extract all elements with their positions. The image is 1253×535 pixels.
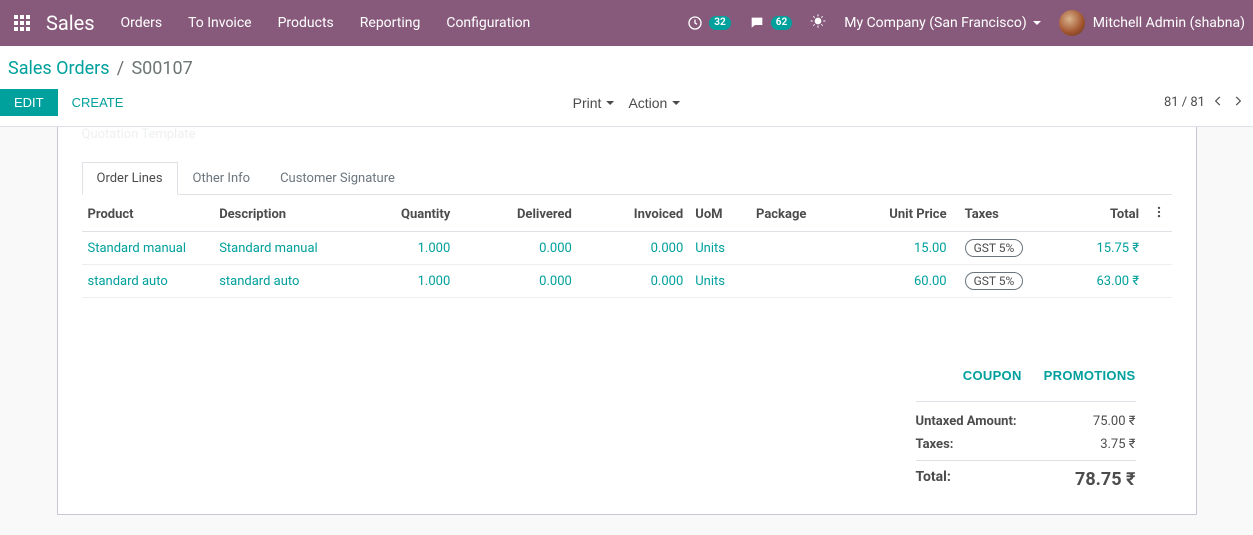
- create-button[interactable]: CREATE: [58, 89, 138, 116]
- chat-icon: [749, 15, 765, 31]
- tab-other-info[interactable]: Other Info: [178, 162, 266, 194]
- cell-tax-chip: GST 5%: [965, 239, 1024, 257]
- form-sheet: Quotation Template Order Lines Other Inf…: [57, 127, 1197, 515]
- cell-unit-price: 60.00: [914, 274, 947, 289]
- cell-total: 15.75 ₹: [1096, 241, 1139, 256]
- bug-icon: [810, 13, 826, 29]
- col-delivered: Delivered: [456, 197, 578, 232]
- menu-orders[interactable]: Orders: [121, 15, 163, 31]
- chevron-down-icon: [672, 101, 680, 105]
- col-description: Description: [213, 197, 365, 232]
- taxes-label: Taxes:: [916, 437, 954, 452]
- tab-order-lines[interactable]: Order Lines: [82, 162, 178, 195]
- breadcrumb-current: S00107: [131, 58, 192, 79]
- breadcrumb-separator: /: [117, 58, 124, 79]
- company-switcher[interactable]: My Company (San Francisco): [844, 15, 1040, 31]
- chevron-left-icon: [1211, 94, 1225, 108]
- menu-products[interactable]: Products: [278, 15, 334, 31]
- tab-customer-signature[interactable]: Customer Signature: [265, 162, 410, 194]
- chevron-down-icon: [606, 101, 614, 105]
- quotation-template-label: Quotation Template: [82, 127, 1172, 142]
- edit-button[interactable]: EDIT: [0, 89, 58, 116]
- col-taxes: Taxes: [953, 197, 1044, 232]
- cell-delivered: 0.000: [539, 274, 572, 289]
- main-menu: Orders To Invoice Products Reporting Con…: [121, 15, 531, 31]
- apps-icon[interactable]: [8, 9, 36, 37]
- chevron-right-icon: [1231, 94, 1245, 108]
- breadcrumb-parent[interactable]: Sales Orders: [8, 58, 110, 79]
- control-bar: EDIT CREATE Print Action 81 / 81: [0, 85, 1253, 127]
- col-package: Package: [750, 197, 851, 232]
- user-label: Mitchell Admin (shabna): [1093, 15, 1245, 31]
- table-row[interactable]: standard auto standard auto 1.000 0.000 0.00…: [82, 265, 1172, 298]
- discuss-badge: 62: [771, 16, 792, 30]
- cell-quantity: 1.000: [418, 241, 451, 256]
- pager-prev[interactable]: [1211, 94, 1225, 112]
- cell-description: standard auto: [219, 274, 299, 289]
- pager-next[interactable]: [1231, 94, 1245, 112]
- menu-configuration[interactable]: Configuration: [446, 15, 530, 31]
- col-unit-price: Unit Price: [851, 197, 952, 232]
- col-uom: UoM: [689, 197, 750, 232]
- table-row[interactable]: Standard manual Standard manual 1.000 0.000…: [82, 232, 1172, 265]
- col-total: Total: [1044, 197, 1145, 232]
- untaxed-label: Untaxed Amount:: [916, 414, 1017, 429]
- chevron-down-icon: [1033, 21, 1041, 25]
- cell-product: Standard manual: [88, 241, 187, 256]
- debug-button[interactable]: [810, 13, 826, 33]
- cell-delivered: 0.000: [539, 241, 572, 256]
- top-navbar: Sales Orders To Invoice Products Reporti…: [0, 0, 1253, 46]
- cell-invoiced: 0.000: [651, 241, 684, 256]
- avatar: [1059, 10, 1085, 36]
- cell-quantity: 1.000: [418, 274, 451, 289]
- clock-icon: [687, 15, 703, 31]
- menu-reporting[interactable]: Reporting: [360, 15, 421, 31]
- cell-description: Standard manual: [219, 241, 318, 256]
- total-label: Total:: [916, 469, 951, 490]
- cell-unit-price: 15.00: [914, 241, 947, 256]
- activities-badge: 32: [709, 16, 730, 30]
- company-label: My Company (San Francisco): [844, 15, 1026, 31]
- breadcrumb: Sales Orders / S00107: [0, 46, 1253, 85]
- coupon-button[interactable]: COUPON: [963, 368, 1022, 383]
- discuss-button[interactable]: 62: [749, 15, 792, 31]
- cell-uom: Units: [695, 274, 725, 289]
- activities-button[interactable]: 32: [687, 15, 730, 31]
- cell-uom: Units: [695, 241, 725, 256]
- col-invoiced: Invoiced: [578, 197, 689, 232]
- col-quantity: Quantity: [365, 197, 456, 232]
- totals-block: Untaxed Amount: 75.00 ₹ Taxes: 3.75 ₹ To…: [916, 401, 1136, 494]
- pager-counter[interactable]: 81 / 81: [1164, 95, 1205, 110]
- action-dropdown[interactable]: Action: [628, 95, 680, 111]
- app-brand[interactable]: Sales: [46, 11, 95, 35]
- kebab-icon: [1152, 208, 1166, 223]
- col-options[interactable]: [1145, 197, 1171, 232]
- cell-product: standard auto: [88, 274, 168, 289]
- promotions-button[interactable]: PROMOTIONS: [1044, 368, 1136, 383]
- print-label: Print: [573, 95, 602, 111]
- menu-to-invoice[interactable]: To Invoice: [188, 15, 252, 31]
- print-dropdown[interactable]: Print: [573, 95, 615, 111]
- order-lines-table: Product Description Quantity Delivered I…: [82, 197, 1172, 298]
- user-menu[interactable]: Mitchell Admin (shabna): [1059, 10, 1245, 36]
- tabs: Order Lines Other Info Customer Signatur…: [82, 162, 1172, 195]
- action-label: Action: [628, 95, 667, 111]
- cell-total: 63.00 ₹: [1096, 274, 1139, 289]
- total-value: 78.75 ₹: [1075, 469, 1135, 490]
- untaxed-value: 75.00 ₹: [1093, 414, 1136, 429]
- cell-invoiced: 0.000: [651, 274, 684, 289]
- taxes-value: 3.75 ₹: [1100, 437, 1135, 452]
- col-product: Product: [82, 197, 214, 232]
- cell-tax-chip: GST 5%: [965, 272, 1024, 290]
